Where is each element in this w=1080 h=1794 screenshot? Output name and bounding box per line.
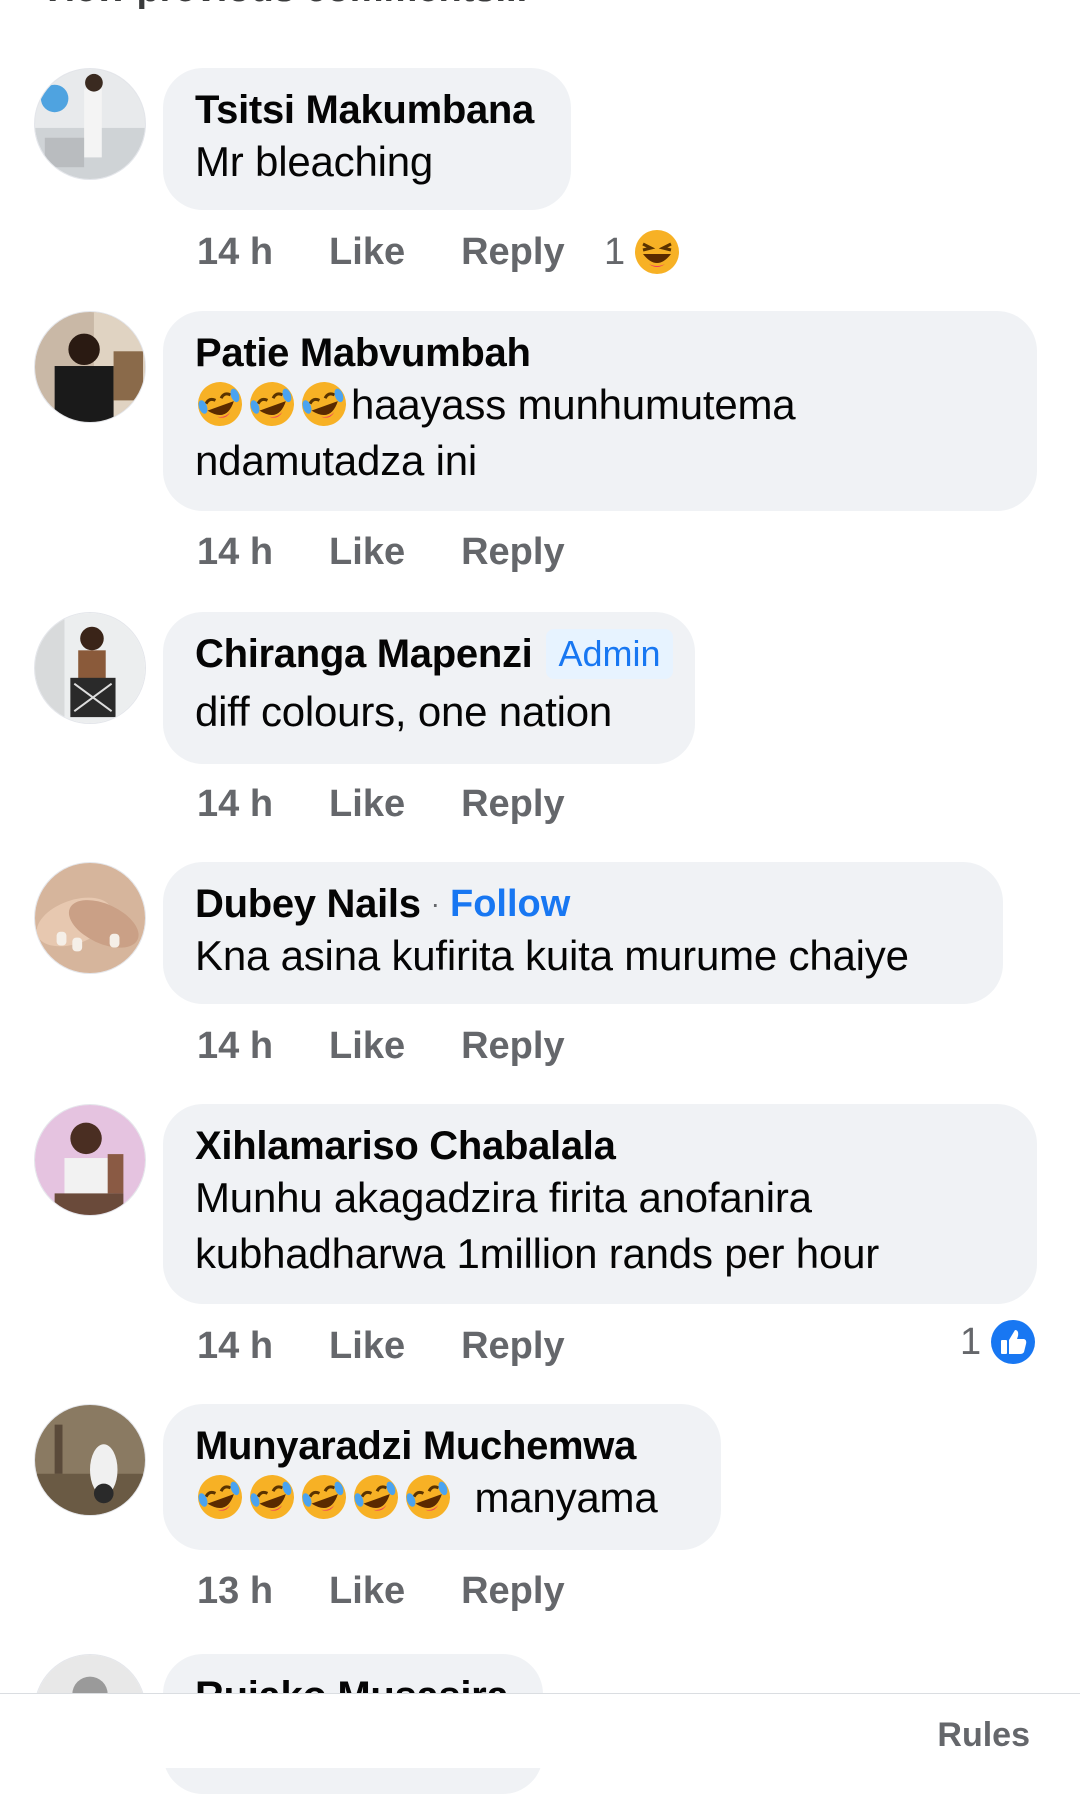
reply-button[interactable]: Reply — [461, 783, 564, 826]
comment-timestamp[interactable]: 14 h — [197, 1025, 273, 1068]
comment-actions: 14 h Like Reply — [197, 231, 565, 274]
comment-text: manyama — [195, 1470, 689, 1526]
comment-bubble: Chiranga Mapenzi Admin diff colours, one… — [163, 612, 695, 764]
reply-button[interactable]: Reply — [461, 1570, 564, 1613]
comment-actions: 13 h Like Reply — [197, 1570, 565, 1613]
comment-author[interactable]: Tsitsi Makumbana — [195, 88, 534, 133]
view-previous-comments-link[interactable]: View previous comments... — [40, 0, 527, 11]
like-button[interactable]: Like — [329, 1025, 405, 1068]
comment-actions: 14 h Like Reply — [197, 783, 565, 826]
comment-actions: 14 h Like Reply — [197, 1025, 565, 1068]
like-button[interactable]: Like — [329, 531, 405, 574]
reply-button[interactable]: Reply — [461, 231, 564, 274]
like-button[interactable]: Like — [329, 231, 405, 274]
comment-text-line: manyama — [474, 1474, 658, 1521]
like-button[interactable]: Like — [329, 1570, 405, 1613]
comment-text: Mr bleaching — [195, 138, 434, 185]
separator-dot: · — [430, 888, 440, 919]
rolling-on-floor-laughing-emoji — [302, 1475, 346, 1519]
comment-timestamp[interactable]: 13 h — [197, 1570, 273, 1613]
admin-badge: Admin — [546, 629, 673, 679]
thumbs-up-icon — [991, 1320, 1036, 1364]
comment-author[interactable]: Xihlamariso Chabalala — [195, 1124, 616, 1169]
reply-button[interactable]: Reply — [461, 531, 564, 574]
comment-author[interactable]: Munyaradzi Muchemwa — [195, 1424, 636, 1469]
comment-bubble: Munyaradzi Muchemwa manyama — [163, 1404, 721, 1550]
comment-author[interactable]: Chiranga Mapenzi — [195, 632, 533, 677]
reply-button[interactable]: Reply — [461, 1025, 564, 1068]
avatar[interactable] — [34, 68, 146, 180]
rolling-on-floor-laughing-emoji — [406, 1475, 450, 1519]
rules-link[interactable]: Rules — [937, 1716, 1030, 1755]
avatar[interactable] — [34, 612, 146, 724]
comment-bubble: Patie Mabvumbah haayass munhumutema ndam… — [163, 311, 1037, 511]
comment-timestamp[interactable]: 14 h — [197, 231, 273, 274]
avatar[interactable] — [34, 1104, 146, 1216]
comment-actions: 14 h Like Reply — [197, 1325, 565, 1368]
comment-bubble: Dubey Nails · Follow Kna asina kufirita … — [163, 862, 1003, 1004]
comment-text: diff colours, one nation — [195, 688, 613, 735]
avatar[interactable] — [34, 311, 146, 423]
rolling-on-floor-laughing-emoji — [354, 1475, 398, 1519]
rolling-on-floor-laughing-emoji — [250, 1475, 294, 1519]
comment-author[interactable]: Patie Mabvumbah — [195, 331, 531, 376]
reaction-count: 1 — [960, 1320, 982, 1363]
comment-text-line: kubhadharwa 1million rands per hour — [195, 1230, 880, 1277]
follow-button[interactable]: Follow — [450, 883, 570, 926]
like-button[interactable]: Like — [329, 783, 405, 826]
comment-text-line: haayass munhumutema — [351, 381, 796, 428]
comment-timestamp[interactable]: 14 h — [197, 1325, 273, 1368]
avatar[interactable] — [34, 862, 146, 974]
reaction-summary[interactable]: 1 — [604, 228, 681, 276]
haha-icon — [635, 230, 680, 274]
avatar[interactable] — [34, 1404, 146, 1516]
rolling-on-floor-laughing-emoji — [302, 382, 346, 426]
comment-text-line: ndamutadza ini — [195, 437, 478, 484]
comment-bubble: Tsitsi Makumbana Mr bleaching — [163, 68, 571, 210]
like-button[interactable]: Like — [329, 1325, 405, 1368]
rolling-on-floor-laughing-emoji — [250, 382, 294, 426]
comment-text-line: Munhu akagadzira firita anofanira — [195, 1174, 812, 1221]
bottom-bar: Rules — [0, 1693, 1080, 1768]
comment-text: Kna asina kufirita kuita murume chaiye — [195, 932, 909, 979]
rolling-on-floor-laughing-emoji — [198, 382, 242, 426]
comment-text: haayass munhumutema — [195, 377, 1005, 433]
comment-author[interactable]: Dubey Nails — [195, 882, 421, 927]
comment-timestamp[interactable]: 14 h — [197, 531, 273, 574]
comment-bubble: Xihlamariso Chabalala Munhu akagadzira f… — [163, 1104, 1037, 1304]
comment-actions: 14 h Like Reply — [197, 531, 565, 574]
rolling-on-floor-laughing-emoji — [198, 1475, 242, 1519]
reaction-count: 1 — [604, 230, 626, 273]
reply-button[interactable]: Reply — [461, 1325, 564, 1368]
comment-timestamp[interactable]: 14 h — [197, 783, 273, 826]
reaction-summary[interactable]: 1 — [960, 1318, 1037, 1366]
